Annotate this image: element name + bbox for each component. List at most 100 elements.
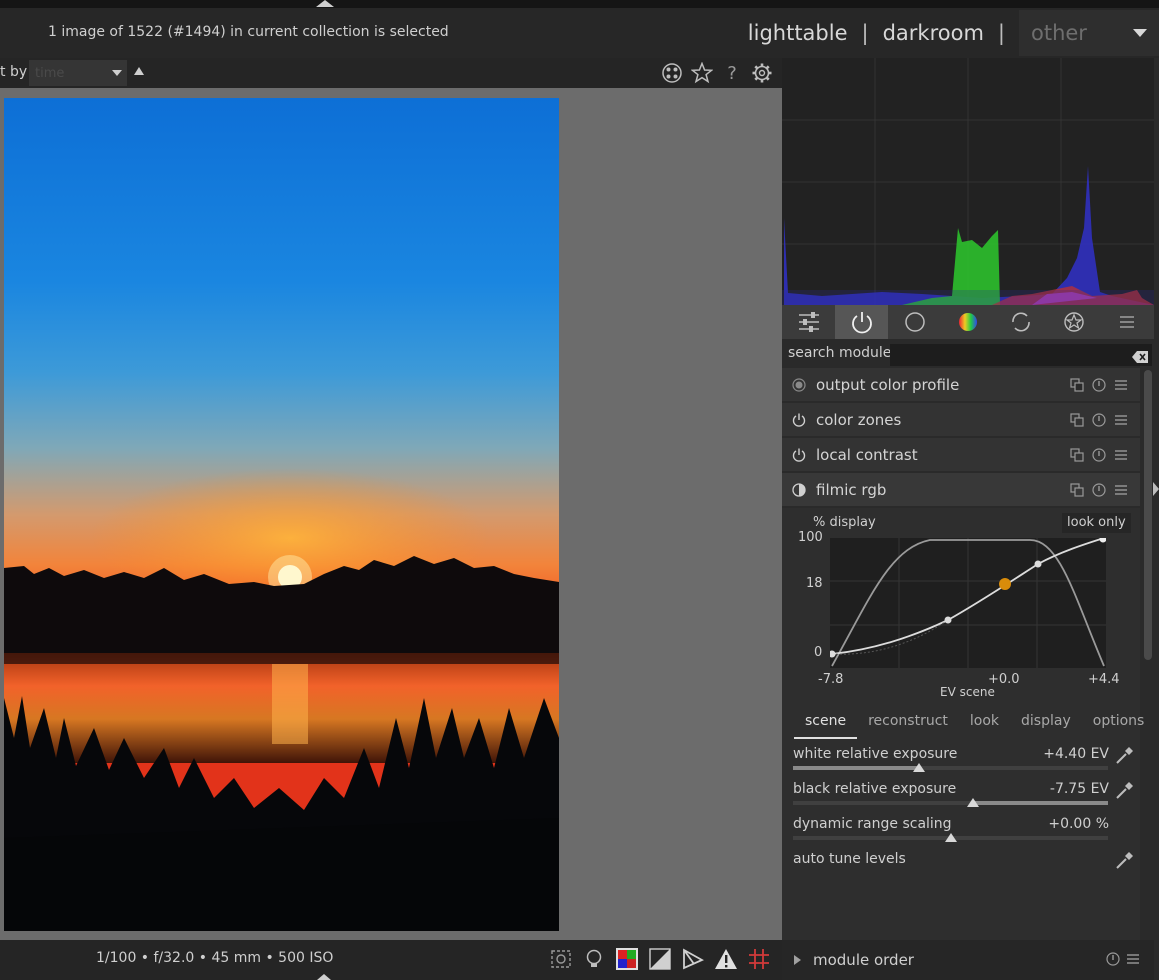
reset-icon[interactable] xyxy=(1090,411,1108,429)
y-tick-100: 100 xyxy=(798,530,823,545)
slider-label: black relative exposure xyxy=(793,781,957,797)
quick-access-icon[interactable] xyxy=(782,305,835,339)
multi-instance-icon[interactable] xyxy=(1068,376,1086,394)
slider-track[interactable] xyxy=(793,763,1108,772)
slider-thumb[interactable] xyxy=(945,833,957,842)
presets-menu-icon[interactable] xyxy=(1101,305,1154,339)
overexposed-warning-icon[interactable] xyxy=(713,946,739,972)
histogram[interactable] xyxy=(782,58,1154,305)
collapse-top-panel-arrow[interactable] xyxy=(316,0,334,7)
tab-look[interactable]: look xyxy=(959,713,1010,739)
color-assessment-icon[interactable] xyxy=(614,946,640,972)
help-icon[interactable]: ? xyxy=(720,61,744,85)
sort-select[interactable]: time xyxy=(29,60,127,86)
chevron-down-icon xyxy=(112,70,122,76)
color-icon[interactable] xyxy=(941,305,994,339)
module-color-zones[interactable]: color zones xyxy=(782,403,1140,437)
module-name: local contrast xyxy=(816,445,918,464)
bulb-icon[interactable] xyxy=(581,946,607,972)
guides-icon[interactable] xyxy=(746,946,772,972)
grouping-icon[interactable] xyxy=(660,61,684,85)
white-relative-exposure-slider[interactable]: white relative exposure +4.40 EV xyxy=(793,744,1138,778)
header: 1 image of 1522 (#1494) in current colle… xyxy=(0,8,1159,58)
slider-thumb[interactable] xyxy=(967,798,979,807)
slider-fill xyxy=(973,801,1108,805)
multi-instance-icon[interactable] xyxy=(1068,411,1086,429)
color-picker-icon[interactable] xyxy=(1114,779,1136,801)
effect-icon[interactable] xyxy=(1048,305,1101,339)
multi-instance-icon[interactable] xyxy=(1068,481,1086,499)
presets-icon[interactable] xyxy=(1112,411,1130,429)
dynamic-range-scaling-slider[interactable]: dynamic range scaling +0.00 % xyxy=(793,814,1138,848)
power-icon[interactable] xyxy=(782,473,816,507)
color-picker-icon[interactable] xyxy=(1114,849,1136,871)
module-name: output color profile xyxy=(816,375,960,394)
presets-icon[interactable] xyxy=(1112,446,1130,464)
tab-reconstruct[interactable]: reconstruct xyxy=(857,713,959,739)
slider-thumb[interactable] xyxy=(913,763,925,772)
softproof-icon[interactable] xyxy=(647,946,673,972)
presets-icon[interactable] xyxy=(1112,376,1130,394)
search-module-input[interactable] xyxy=(890,344,1152,366)
module-name: color zones xyxy=(816,410,902,429)
power-icon[interactable] xyxy=(782,438,816,472)
sort-direction-icon[interactable] xyxy=(134,67,144,75)
image-canvas[interactable] xyxy=(0,88,782,940)
top-panel-border xyxy=(0,0,1159,8)
slider-track[interactable] xyxy=(793,798,1108,807)
bottom-bar: 1/100 • f/32.0 • 45 mm • 500 ISO xyxy=(0,940,782,980)
reset-icon[interactable] xyxy=(1090,446,1108,464)
right-panel: search module output color profile color… xyxy=(782,58,1159,980)
search-module-label: search module xyxy=(788,345,892,361)
clear-search-icon[interactable] xyxy=(1132,348,1148,367)
module-order-row[interactable]: module order xyxy=(782,940,1154,980)
gear-icon[interactable] xyxy=(750,61,774,85)
filmic-curve-graph[interactable]: % display look only 100 18 0 -7.8 +0.0 +… xyxy=(782,508,1140,708)
slider-track[interactable] xyxy=(793,833,1108,842)
module-filmic-rgb[interactable]: filmic rgb xyxy=(782,473,1140,507)
focus-peaking-icon[interactable] xyxy=(548,946,574,972)
auto-tune-levels-row[interactable]: auto tune levels xyxy=(793,849,1138,883)
chevron-down-icon xyxy=(1133,29,1147,37)
slider-label: dynamic range scaling xyxy=(793,816,952,832)
view-switcher: lighttable | darkroom | other xyxy=(742,8,1159,58)
active-modules-icon[interactable] xyxy=(835,305,889,339)
y-tick-18: 18 xyxy=(806,576,823,591)
view-lighttable[interactable]: lighttable xyxy=(742,21,854,45)
sort-bar: t by time ? xyxy=(0,58,782,88)
module-local-contrast[interactable]: local contrast xyxy=(782,438,1140,472)
tab-scene[interactable]: scene xyxy=(794,713,858,739)
view-darkroom[interactable]: darkroom xyxy=(877,21,990,45)
color-picker-icon[interactable] xyxy=(1114,744,1136,766)
tab-display[interactable]: display xyxy=(1010,713,1082,739)
reset-icon[interactable] xyxy=(1090,481,1108,499)
reset-icon[interactable] xyxy=(1106,951,1120,970)
slider-value: -7.75 EV xyxy=(1049,781,1109,797)
multi-instance-icon[interactable] xyxy=(1068,446,1086,464)
collapse-bottom-panel-arrow[interactable] xyxy=(317,974,331,980)
module-output-color-profile[interactable]: output color profile xyxy=(782,368,1140,402)
tab-options[interactable]: options xyxy=(1082,713,1156,739)
view-separator: | xyxy=(861,21,869,45)
collapse-right-panel-arrow[interactable] xyxy=(1153,482,1159,496)
view-other-dropdown[interactable]: other xyxy=(1019,10,1159,56)
sort-value: time xyxy=(35,65,65,81)
search-module-row: search module xyxy=(782,342,1154,366)
slider-fill xyxy=(793,766,919,770)
auto-tune-label: auto tune levels xyxy=(793,851,906,867)
reset-icon[interactable] xyxy=(1090,376,1108,394)
expand-arrow-icon xyxy=(794,955,801,965)
module-panel-scrollbar[interactable] xyxy=(1144,370,1152,660)
star-icon[interactable] xyxy=(690,61,714,85)
power-icon[interactable] xyxy=(782,403,816,437)
y-axis-label: % display xyxy=(813,515,876,530)
gamut-check-icon[interactable] xyxy=(680,946,706,972)
always-on-icon xyxy=(782,368,816,402)
base-icon[interactable] xyxy=(888,305,941,339)
presets-icon[interactable] xyxy=(1126,951,1140,970)
correct-icon[interactable] xyxy=(995,305,1048,339)
presets-icon[interactable] xyxy=(1112,481,1130,499)
look-only-toggle[interactable]: look only xyxy=(1062,513,1131,533)
filmic-curve-svg xyxy=(830,538,1106,668)
black-relative-exposure-slider[interactable]: black relative exposure -7.75 EV xyxy=(793,779,1138,813)
